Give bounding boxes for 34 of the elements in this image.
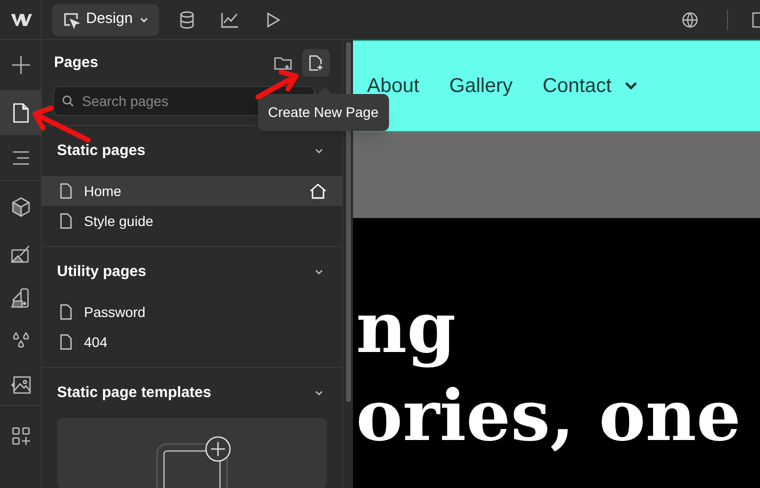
database-icon[interactable] xyxy=(178,10,195,28)
page-icon xyxy=(60,213,72,229)
apps-icon xyxy=(10,425,32,447)
panel-title: Pages xyxy=(54,52,98,73)
section-header[interactable]: Static page templates xyxy=(42,368,342,418)
globe-icon[interactable] xyxy=(681,10,699,28)
hero-heading-line: ories, one xyxy=(356,373,741,459)
page-item[interactable]: Password xyxy=(42,297,342,327)
page-item[interactable]: Style guide xyxy=(42,206,342,236)
page-item[interactable]: Home xyxy=(42,176,342,206)
page-item[interactable]: 404 xyxy=(42,327,342,357)
new-page-icon xyxy=(308,54,324,72)
plus-icon xyxy=(10,54,32,76)
page-icon xyxy=(60,304,72,320)
cube-icon xyxy=(10,196,32,218)
section-header[interactable]: Utility pages xyxy=(42,247,342,297)
page-icon xyxy=(60,334,72,350)
search-icon xyxy=(62,95,74,108)
home-icon[interactable] xyxy=(309,183,327,199)
logo-icon[interactable] xyxy=(10,12,32,26)
design-mode-button[interactable]: Design xyxy=(52,4,159,36)
nav-link[interactable]: Contact xyxy=(542,71,638,101)
cursor-icon xyxy=(62,10,80,28)
folder-icon[interactable] xyxy=(274,55,292,72)
play-icon[interactable] xyxy=(264,12,281,28)
new-page-button[interactable] xyxy=(302,49,330,78)
page-tab[interactable] xyxy=(0,90,41,135)
swatch-icon xyxy=(10,286,32,308)
tooltip: Create New Page xyxy=(258,94,389,131)
chart-icon[interactable] xyxy=(220,12,239,28)
nav-link[interactable]: Gallery xyxy=(449,71,513,101)
brush-icon xyxy=(10,244,32,266)
hero-heading-line: ng xyxy=(356,285,456,371)
page-icon xyxy=(60,183,72,199)
